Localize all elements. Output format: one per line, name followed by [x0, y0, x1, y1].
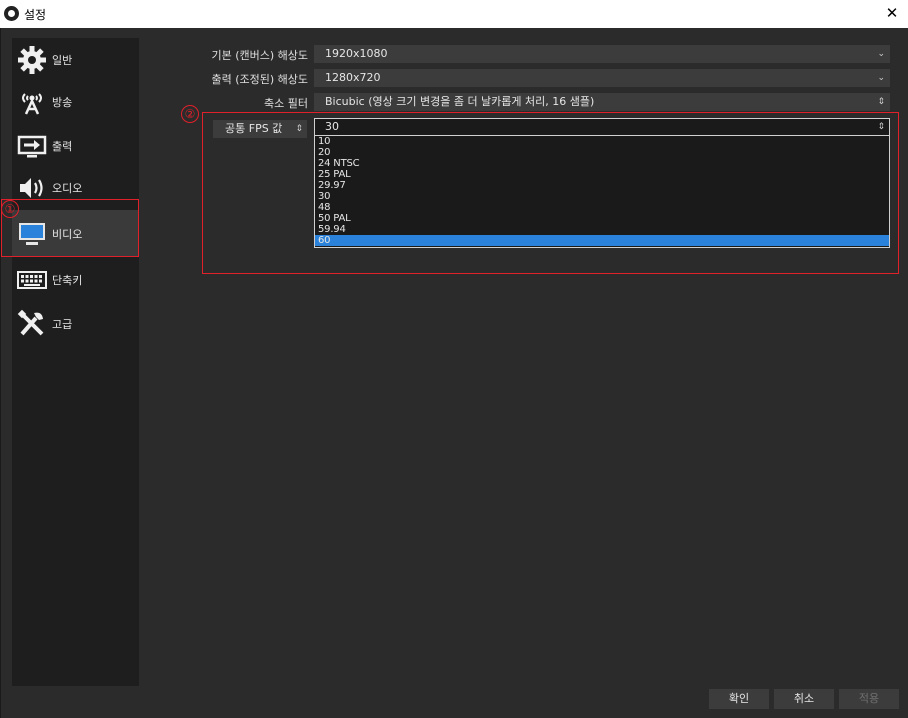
- ok-button[interactable]: 확인: [709, 689, 769, 709]
- base-resolution-value: 1920x1080: [325, 47, 388, 60]
- obs-logo-icon: [4, 6, 19, 21]
- sidebar-item-label: 일반: [52, 54, 73, 67]
- base-resolution-combo[interactable]: 1920x1080 ⌄: [314, 45, 890, 63]
- settings-sidebar: 일반 방송 출력 오디오 비디오 단축키 고급: [12, 38, 139, 686]
- title-bar: 설정 ✕: [0, 0, 908, 28]
- gear-icon: [18, 46, 46, 74]
- output-resolution-combo[interactable]: 1280x720 ⌄: [314, 69, 890, 87]
- broadcast-icon: [22, 93, 42, 115]
- chevron-down-icon: ⌄: [877, 49, 885, 59]
- annotation-marker-1: ①: [1, 200, 19, 218]
- output-resolution-value: 1280x720: [325, 71, 381, 84]
- sidebar-item-label: 고급: [52, 318, 73, 331]
- downscale-filter-value: Bicubic (영상 크기 변경을 좀 더 날카롭게 처리, 16 샘플): [325, 95, 595, 108]
- base-resolution-label: 기본 (캔버스) 해상도: [211, 49, 308, 62]
- sidebar-item-label: 출력: [52, 140, 73, 153]
- sidebar-item-stream[interactable]: 방송: [12, 80, 139, 124]
- chevron-down-icon: ⌄: [877, 73, 885, 83]
- keyboard-icon: [17, 271, 47, 289]
- downscale-filter-label: 축소 필터: [264, 97, 308, 110]
- sidebar-item-hotkeys[interactable]: 단축키: [12, 258, 139, 302]
- output-resolution-label: 출력 (조정된) 해상도: [211, 73, 308, 86]
- output-icon: [17, 135, 47, 158]
- downscale-filter-combo[interactable]: Bicubic (영상 크기 변경을 좀 더 날카롭게 처리, 16 샘플) ⇕: [314, 93, 890, 111]
- sidebar-item-general[interactable]: 일반: [12, 38, 139, 82]
- close-icon[interactable]: ✕: [882, 3, 902, 23]
- annotation-marker-2: ②: [181, 105, 199, 123]
- highlight-box-video: [1, 199, 139, 257]
- tools-icon: [17, 309, 44, 336]
- settings-window: 일반 방송 출력 오디오 비디오 단축키 고급 기본 (캔버스) 해상도 192…: [0, 28, 908, 718]
- sidebar-item-label: 단축키: [52, 274, 83, 287]
- cancel-button[interactable]: 취소: [774, 689, 834, 709]
- window-title: 설정: [24, 8, 47, 22]
- apply-button[interactable]: 적용: [839, 689, 899, 709]
- sidebar-item-label: 방송: [52, 96, 73, 109]
- updown-arrow-icon: ⇕: [877, 97, 885, 107]
- sidebar-item-output[interactable]: 출력: [12, 124, 139, 168]
- sidebar-item-advanced[interactable]: 고급: [12, 302, 139, 346]
- highlight-box-fps: [202, 112, 899, 274]
- sidebar-item-label: 오디오: [52, 182, 83, 195]
